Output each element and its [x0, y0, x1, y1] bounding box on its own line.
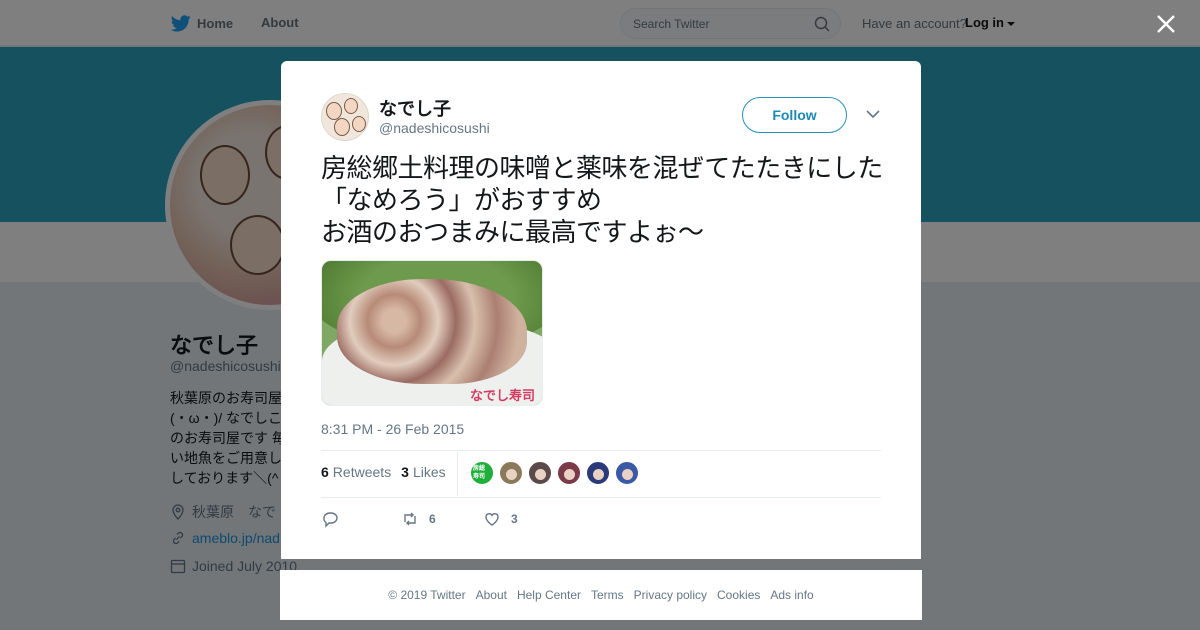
retweets-stat[interactable]: 6 Retweets: [321, 464, 391, 480]
like-button[interactable]: 3: [483, 510, 518, 528]
footer-link-privacy-policy[interactable]: Privacy policy: [634, 588, 707, 602]
tweet-text: 房総郷土料理の味噌と薬味を混ぜてたたきにした「なめろう」がおすすめ お酒のおつま…: [321, 154, 883, 248]
tweet-modal: なでし子 @nadeshicosushi Follow 房総郷土料理の味噌と薬味…: [281, 61, 921, 559]
liker-avatar[interactable]: [557, 461, 581, 485]
liker-avatar-face: [535, 469, 546, 480]
tweet-author-name[interactable]: なでし子: [379, 95, 451, 121]
reply-icon: [323, 512, 338, 528]
tweet-photo[interactable]: なでし寿司: [321, 260, 543, 406]
likes-stat[interactable]: 3 Likes: [401, 464, 445, 480]
tweet-actions: 6 3: [321, 510, 518, 528]
tweet-author-handle[interactable]: @nadeshicosushi: [379, 120, 490, 136]
liker-avatar[interactable]: [586, 461, 610, 485]
footer-link-terms[interactable]: Terms: [591, 588, 624, 602]
footer-link-about[interactable]: About: [476, 588, 507, 602]
footer-link-cookies[interactable]: Cookies: [717, 588, 760, 602]
retweet-icon: [404, 512, 416, 526]
liker-avatar-face: [506, 469, 517, 480]
liker-avatar-text: 房総 寿司: [473, 466, 486, 480]
chevron-down-icon[interactable]: [866, 109, 880, 119]
footer-link-ads-info[interactable]: Ads info: [770, 588, 813, 602]
heart-icon: [485, 513, 499, 526]
likes-count: 3: [401, 464, 409, 480]
tweet-timestamp[interactable]: 8:31 PM - 26 Feb 2015: [321, 421, 464, 437]
photo-namero-dish: [337, 279, 527, 384]
avatar-drawing-face: [352, 116, 366, 132]
liker-avatar-face: [622, 469, 633, 480]
footer: © 2019 Twitter About Help Center Terms Priv…: [280, 570, 922, 620]
avatar-drawing-face: [334, 118, 350, 136]
follow-button[interactable]: Follow: [742, 97, 847, 133]
footer-copyright: © 2019 Twitter: [388, 588, 466, 602]
liker-avatar[interactable]: [499, 461, 523, 485]
liker-avatar-face: [593, 469, 604, 480]
avatar-drawing-face: [344, 98, 358, 114]
retweets-count: 6: [321, 464, 329, 480]
divider: [321, 450, 881, 451]
liker-avatar[interactable]: [528, 461, 552, 485]
footer-link-help-center[interactable]: Help Center: [517, 588, 581, 602]
liker-avatars: 房総 寿司: [470, 461, 644, 485]
liker-avatar-face: [564, 469, 575, 480]
reply-button[interactable]: [321, 510, 401, 528]
like-count: 3: [511, 512, 518, 526]
liker-avatar[interactable]: [615, 461, 639, 485]
liker-avatar[interactable]: 房総 寿司: [470, 461, 494, 485]
stats-separator: [457, 452, 458, 496]
retweets-label: Retweets: [332, 464, 392, 480]
tweet-stats: 6 Retweets 3 Likes: [321, 464, 456, 480]
retweet-count: 6: [429, 512, 436, 526]
likes-label: Likes: [412, 464, 446, 480]
close-icon[interactable]: [1155, 13, 1177, 35]
retweet-button[interactable]: 6: [401, 510, 483, 528]
tweet-author-avatar[interactable]: [321, 93, 369, 141]
divider: [321, 497, 881, 498]
photo-watermark: なでし寿司: [470, 389, 536, 404]
